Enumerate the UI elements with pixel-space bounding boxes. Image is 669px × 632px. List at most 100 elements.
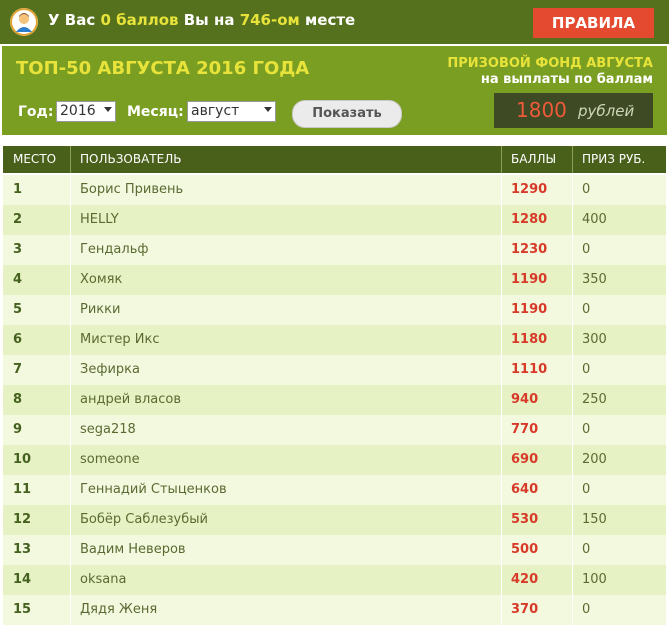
cell-place: 6 (13, 332, 23, 347)
cell-prize: 300 (582, 332, 607, 347)
rules-button[interactable]: ПРАВИЛА (533, 8, 654, 38)
column-divider (70, 265, 71, 295)
cell-place: 13 (13, 542, 32, 557)
table-row: 15 Дядя Женя 370 0 (3, 595, 666, 625)
cell-user[interactable]: Мистер Икс (80, 325, 160, 355)
cell-score: 770 (511, 422, 539, 437)
prize-fund-subtitle: на выплаты по баллам (480, 72, 653, 87)
cell-prize: 250 (582, 392, 607, 407)
cell-user[interactable]: Геннадий Стыценков (80, 475, 227, 505)
cell-place: 15 (13, 602, 32, 617)
table-row: 8 андрей власов 940 250 (3, 385, 666, 415)
column-divider (501, 475, 502, 505)
cell-prize: 400 (582, 212, 607, 227)
column-header-user: ПОЛЬЗОВАТЕЛЬ (80, 152, 182, 166)
cell-place: 8 (13, 392, 23, 407)
cell-score: 1190 (511, 302, 548, 317)
cell-score: 1110 (511, 362, 548, 377)
column-divider (501, 235, 502, 265)
chevron-down-icon (104, 107, 112, 112)
column-divider (572, 205, 573, 235)
cell-user[interactable]: someone (80, 445, 140, 475)
cell-prize: 150 (582, 512, 607, 527)
user-status-bar: У Вас 0 баллов Вы на 746-ом месте ПРАВИЛ… (0, 0, 669, 44)
column-divider (70, 385, 71, 415)
column-divider (501, 385, 502, 415)
column-header-prize: ПРИЗ РУБ. (582, 152, 646, 166)
column-divider (572, 415, 573, 445)
show-button[interactable]: Показать (292, 100, 402, 128)
cell-score: 940 (511, 392, 539, 407)
cell-user[interactable]: Хомяк (80, 265, 122, 295)
column-divider (501, 565, 502, 595)
status-prefix: У Вас (48, 11, 96, 29)
column-divider (501, 205, 502, 235)
column-header-score: БАЛЛЫ (511, 152, 557, 166)
column-divider (501, 355, 502, 385)
column-divider (70, 205, 71, 235)
page-title: ТОП-50 АВГУСТА 2016 ГОДА (16, 58, 310, 79)
year-select[interactable]: 2016 (56, 101, 116, 122)
cell-user[interactable]: Рикки (80, 295, 120, 325)
user-place: 746-ом (239, 11, 300, 29)
cell-user[interactable]: HELLY (80, 205, 119, 235)
column-divider (572, 445, 573, 475)
column-divider (572, 355, 573, 385)
table-row: 7 Зефирка 1110 0 (3, 355, 666, 385)
cell-user[interactable]: Дядя Женя (80, 595, 157, 625)
column-divider (70, 175, 71, 205)
cell-prize: 0 (582, 302, 591, 317)
month-select[interactable]: август (187, 101, 276, 122)
year-select-value: 2016 (60, 103, 96, 119)
cell-score: 1180 (511, 332, 548, 347)
cell-score: 500 (511, 542, 539, 557)
cell-place: 12 (13, 512, 32, 527)
column-divider (70, 475, 71, 505)
cell-user[interactable]: oksana (80, 565, 126, 595)
cell-user[interactable]: андрей власов (80, 385, 181, 415)
cell-place: 2 (13, 212, 23, 227)
column-divider (572, 385, 573, 415)
column-divider (572, 265, 573, 295)
cell-prize: 0 (582, 602, 591, 617)
column-divider (501, 325, 502, 355)
prize-amount: 1800 (516, 98, 567, 122)
table-row: 4 Хомяк 1190 350 (3, 265, 666, 295)
user-avatar-icon[interactable] (10, 8, 38, 36)
table-row: 5 Рикки 1190 0 (3, 295, 666, 325)
column-divider (501, 175, 502, 205)
cell-user[interactable]: Гендальф (80, 235, 148, 265)
table-row: 9 sega218 770 0 (3, 415, 666, 445)
cell-score: 640 (511, 482, 539, 497)
cell-place: 1 (13, 182, 23, 197)
column-divider (501, 535, 502, 565)
cell-user[interactable]: Бобёр Саблезубый (80, 505, 208, 535)
table-header: МЕСТО ПОЛЬЗОВАТЕЛЬ БАЛЛЫ ПРИЗ РУБ. (3, 146, 666, 173)
cell-place: 14 (13, 572, 32, 587)
cell-prize: 0 (582, 422, 591, 437)
column-divider (70, 535, 71, 565)
cell-score: 1230 (511, 242, 548, 257)
cell-user[interactable]: Борис Привень (80, 175, 183, 205)
cell-prize: 0 (582, 482, 591, 497)
year-label: Год: (18, 104, 54, 120)
cell-user[interactable]: Зефирка (80, 355, 140, 385)
cell-score: 690 (511, 452, 539, 467)
cell-prize: 0 (582, 182, 591, 197)
column-divider (572, 175, 573, 205)
cell-score: 530 (511, 512, 539, 527)
cell-score: 420 (511, 572, 539, 587)
column-divider (70, 415, 71, 445)
column-divider (572, 475, 573, 505)
column-divider (501, 505, 502, 535)
table-row: 2 HELLY 1280 400 (3, 205, 666, 235)
column-divider (70, 505, 71, 535)
month-select-value: август (191, 103, 240, 119)
cell-user[interactable]: Вадим Неверов (80, 535, 186, 565)
column-header-place: МЕСТО (13, 152, 57, 166)
cell-place: 9 (13, 422, 23, 437)
cell-user[interactable]: sega218 (80, 415, 136, 445)
user-status-text: У Вас 0 баллов Вы на 746-ом месте (48, 11, 355, 29)
cell-place: 4 (13, 272, 23, 287)
status-suffix: месте (305, 11, 356, 29)
